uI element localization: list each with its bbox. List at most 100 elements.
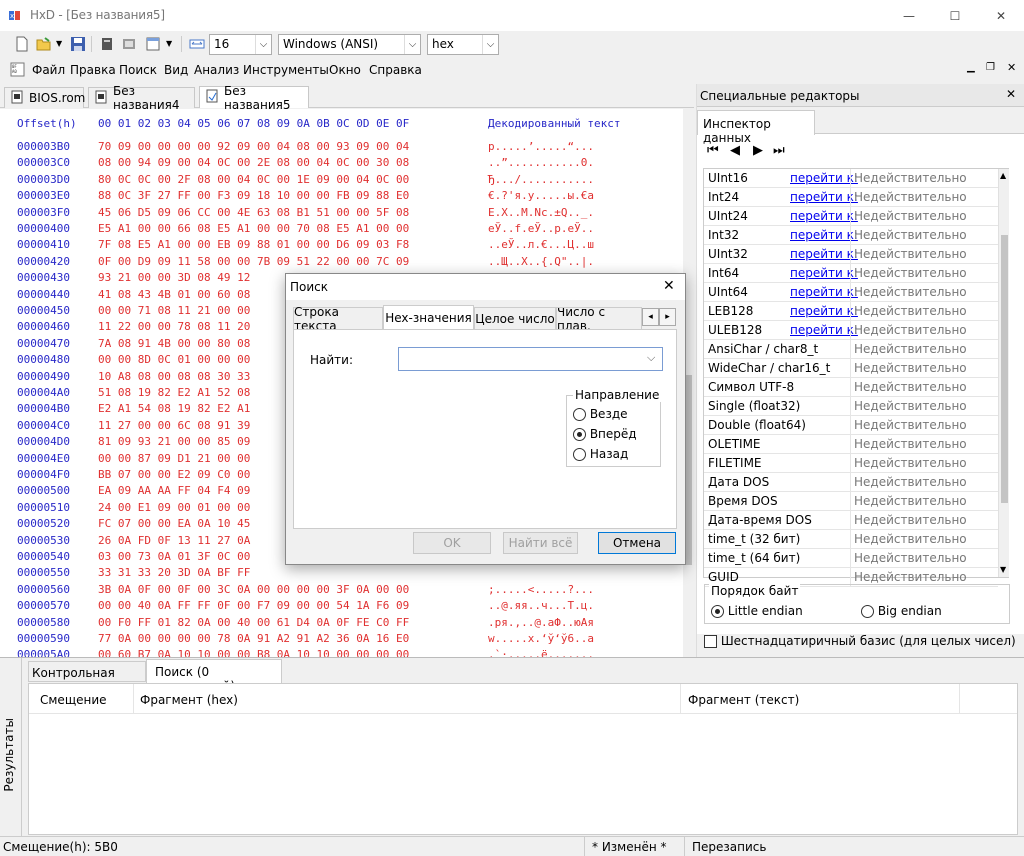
row-decoded-text[interactable]: E.Х..М.Nc.±Q.._.: [488, 206, 594, 219]
row-bytes[interactable]: 45 06 D5 09 06 CC 00 4E 63 08 B1 51 00 0…: [98, 206, 409, 219]
row-bytes[interactable]: 24 00 E1 09 00 01 00 00: [98, 501, 250, 514]
dialog-close-icon[interactable]: ✕: [663, 278, 675, 294]
row-bytes[interactable]: 11 27 00 00 6C 08 91 39: [98, 419, 250, 432]
row-bytes[interactable]: 81 09 93 21 00 00 85 09: [98, 435, 250, 448]
tab-untitled4[interactable]: Без названия4: [88, 84, 195, 112]
scrollbar-thumb[interactable]: [685, 375, 692, 565]
inspector-value[interactable]: Недействительно: [854, 456, 967, 470]
inspector-value[interactable]: Недействительно: [854, 494, 967, 508]
tab-integer[interactable]: Целое число: [474, 307, 556, 329]
chevron-down-icon[interactable]: ⌵: [647, 351, 655, 365]
menu-tools[interactable]: Инструменты: [243, 63, 329, 77]
direction-backward-radio[interactable]: Назад: [573, 447, 628, 461]
tab-search-results[interactable]: Поиск (0 совпадений): [146, 659, 282, 693]
inspector-value[interactable]: Недействительно: [854, 418, 967, 432]
row-bytes[interactable]: 00 60 B7 0A 10 10 00 00 B8 0A 10 10 00 0…: [98, 648, 409, 657]
menu-help[interactable]: Справка: [369, 63, 422, 77]
inspector-value[interactable]: Недействительно: [854, 475, 967, 489]
column-offset[interactable]: Смещение: [40, 693, 107, 707]
open-dropdown-icon[interactable]: ▼: [56, 39, 62, 48]
row-bytes[interactable]: 33 31 33 20 3D 0A BF FF: [98, 566, 250, 579]
inspector-row[interactable]: time_t (32 бит) Недействительно: [704, 530, 998, 549]
row-decoded-text[interactable]: .`·.....ё.......: [488, 648, 594, 657]
row-bytes[interactable]: 80 0C 0C 00 2F 08 00 04 0C 00 1E 09 00 0…: [98, 173, 409, 186]
ram-editor-icon[interactable]: [121, 36, 137, 52]
inspector-row[interactable]: Int64 перейти к: Недействительно: [704, 264, 998, 283]
inspector-value[interactable]: Недействительно: [854, 171, 967, 185]
row-decoded-text[interactable]: p.....’.....“...: [488, 140, 594, 153]
row-bytes[interactable]: 88 0C 3F 27 FF 00 F3 09 18 10 00 00 FB 0…: [98, 189, 409, 202]
row-bytes[interactable]: 77 0A 00 00 00 00 78 0A 91 A2 91 A2 36 0…: [98, 632, 409, 645]
direction-everywhere-radio[interactable]: Везде: [573, 407, 628, 421]
menu-search[interactable]: Поиск: [119, 63, 157, 77]
goto-link[interactable]: перейти к:: [790, 228, 858, 242]
row-decoded-text[interactable]: еЎ..f.еЎ..p.еЎ..: [488, 222, 594, 235]
inspector-row[interactable]: time_t (64 бит) Недействительно: [704, 549, 998, 568]
inspector-row[interactable]: AnsiChar / char8_t Недействительно: [704, 340, 998, 359]
inspector-value[interactable]: Недействительно: [854, 532, 967, 546]
inspector-row[interactable]: FILETIME Недействительно: [704, 454, 998, 473]
row-bytes[interactable]: E2 A1 54 08 19 82 E2 A1: [98, 402, 250, 415]
row-bytes[interactable]: 10 A8 08 00 08 08 30 33: [98, 370, 250, 383]
row-decoded-text[interactable]: ..еЎ..л.€...Ц..ш: [488, 238, 594, 251]
window-dropdown-icon[interactable]: ▼: [166, 39, 172, 48]
scrollbar-thumb[interactable]: [1001, 235, 1008, 503]
inspector-value[interactable]: Недействительно: [854, 285, 967, 299]
ok-button[interactable]: OK: [413, 532, 491, 554]
cancel-button[interactable]: Отмена: [598, 532, 676, 554]
close-button[interactable]: ✕: [978, 0, 1024, 31]
mdi-close-icon[interactable]: ✕: [1007, 61, 1016, 74]
goto-link[interactable]: перейти к:: [790, 285, 858, 299]
inspector-row[interactable]: Double (float64) Недействительно: [704, 416, 998, 435]
save-icon[interactable]: [70, 36, 86, 52]
results-side-tab[interactable]: Результаты: [0, 658, 22, 837]
disk-editor-icon[interactable]: [99, 36, 115, 52]
next-icon[interactable]: ▶: [753, 143, 763, 158]
tab-bios-rom[interactable]: BIOS.rom: [4, 87, 85, 108]
window-icon[interactable]: [145, 36, 161, 52]
menu-window[interactable]: Окно: [329, 63, 361, 77]
inspector-value[interactable]: Недействительно: [854, 266, 967, 280]
inspector-value[interactable]: Недействительно: [854, 323, 967, 337]
column-fragment-text[interactable]: Фрагмент (текст): [688, 693, 799, 707]
inspector-value[interactable]: Недействительно: [854, 437, 967, 451]
row-bytes[interactable]: BB 07 00 00 E2 09 C0 00: [98, 468, 250, 481]
tab-checksum[interactable]: Контрольная сумма: [28, 661, 146, 694]
hex-base-checkbox[interactable]: Шестнадцатиричный базис (для целых чисел…: [704, 634, 1016, 648]
tab-scroll-right-icon[interactable]: ▸: [659, 308, 676, 326]
tab-float[interactable]: Число с плав.: [556, 307, 642, 329]
first-icon[interactable]: ⏮: [707, 143, 719, 158]
inspector-value[interactable]: Недействительно: [854, 304, 967, 318]
tab-untitled5[interactable]: Без названия5: [199, 84, 309, 112]
row-bytes[interactable]: 08 00 94 09 00 04 0C 00 2E 08 00 04 0C 0…: [98, 156, 409, 169]
row-decoded-text[interactable]: w.....x.‘ў‘ў6..а: [488, 632, 594, 645]
row-decoded-text[interactable]: €.?'я.у.....ы.€а: [488, 189, 594, 202]
last-icon[interactable]: ⏭: [773, 143, 785, 158]
inspector-row[interactable]: Символ UTF-8 Недействительно: [704, 378, 998, 397]
goto-link[interactable]: перейти к:: [790, 304, 858, 318]
row-bytes[interactable]: 70 09 00 00 00 00 92 09 00 04 08 00 93 0…: [98, 140, 409, 153]
row-bytes[interactable]: 7A 08 91 4B 00 00 80 08: [98, 337, 250, 350]
row-bytes[interactable]: 51 08 19 82 E2 A1 52 08: [98, 386, 250, 399]
row-bytes[interactable]: 00 00 8D 0C 01 00 00 00: [98, 353, 250, 366]
offset-base-select[interactable]: hex ⌵: [427, 34, 499, 55]
inspector-value[interactable]: Недействительно: [854, 380, 967, 394]
inspector-row[interactable]: Время DOS Недействительно: [704, 492, 998, 511]
row-decoded-text[interactable]: Ђ.../...........: [488, 173, 594, 186]
row-decoded-text[interactable]: ..Щ..X..{.Q"..|.: [488, 255, 594, 268]
inspector-row[interactable]: UInt32 перейти к: Недействительно: [704, 245, 998, 264]
row-decoded-text[interactable]: ..@.яя..ч...T.ц.: [488, 599, 594, 612]
open-file-icon[interactable]: [36, 36, 52, 52]
row-bytes[interactable]: 26 0A FD 0F 13 11 27 0A: [98, 534, 250, 547]
goto-link[interactable]: перейти к:: [790, 266, 858, 280]
row-bytes[interactable]: 3B 0A 0F 00 0F 00 3C 0A 00 00 00 00 3F 0…: [98, 583, 409, 596]
scroll-up-icon[interactable]: ▲: [1000, 171, 1006, 180]
inspector-row[interactable]: Single (float32) Недействительно: [704, 397, 998, 416]
row-bytes[interactable]: 7F 08 E5 A1 00 00 EB 09 88 01 00 00 D6 0…: [98, 238, 409, 251]
find-input[interactable]: ⌵: [398, 347, 663, 371]
minimize-button[interactable]: —: [886, 0, 932, 31]
find-all-button[interactable]: Найти всё: [503, 532, 578, 554]
row-decoded-text[interactable]: ;.....<.....?...: [488, 583, 594, 596]
inspector-value[interactable]: Недействительно: [854, 570, 967, 584]
little-endian-radio[interactable]: Little endian: [711, 604, 803, 618]
